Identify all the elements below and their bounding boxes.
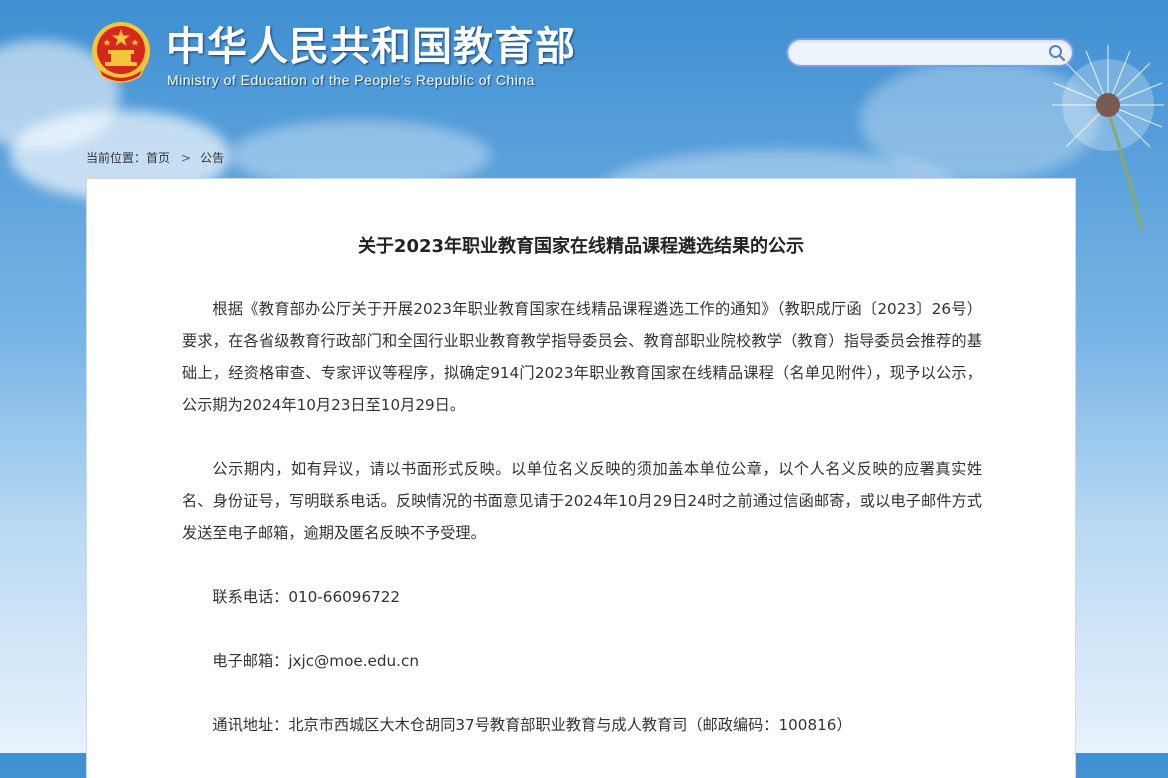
article-paragraph: 公示期内，如有异议，请以书面形式反映。以单位名义反映的须加盖本单位公章，以个人名…	[182, 460, 982, 542]
article-paragraph: 根据《教育部办公厅关于开展2023年职业教育国家在线精品课程遴选工作的通知》（教…	[182, 300, 982, 414]
site-title[interactable]: 中华人民共和国教育部	[166, 24, 576, 70]
contact-email: 电子邮箱：jxjc@moe.edu.cn	[212, 652, 419, 670]
article-container: 关于2023年职业教育国家在线精品课程遴选结果的公示 根据《教育部办公厅关于开展…	[86, 178, 1076, 778]
contact-phone: 联系电话：010-66096722	[212, 588, 401, 606]
site-title-english[interactable]: Ministry of Education of the People's Re…	[167, 72, 535, 88]
breadcrumb-current-link[interactable]: 公告	[200, 151, 224, 165]
contact-address: 通讯地址：北京市西城区大木仓胡同37号教育部职业教育与成人教育司（邮政编码：10…	[212, 716, 852, 734]
national-emblem-icon[interactable]	[90, 20, 152, 86]
search-input[interactable]	[800, 43, 1044, 65]
article-body: 根据《教育部办公厅关于开展2023年职业教育国家在线精品课程遴选工作的通知》（教…	[182, 293, 982, 773]
breadcrumb-home-link[interactable]: 首页	[146, 151, 170, 165]
breadcrumb: 当前位置：首页 > 公告	[86, 150, 224, 166]
breadcrumb-prefix: 当前位置：	[86, 151, 147, 165]
article-title: 关于2023年职业教育国家在线精品课程遴选结果的公示	[357, 236, 805, 257]
breadcrumb-separator: >	[181, 151, 192, 165]
